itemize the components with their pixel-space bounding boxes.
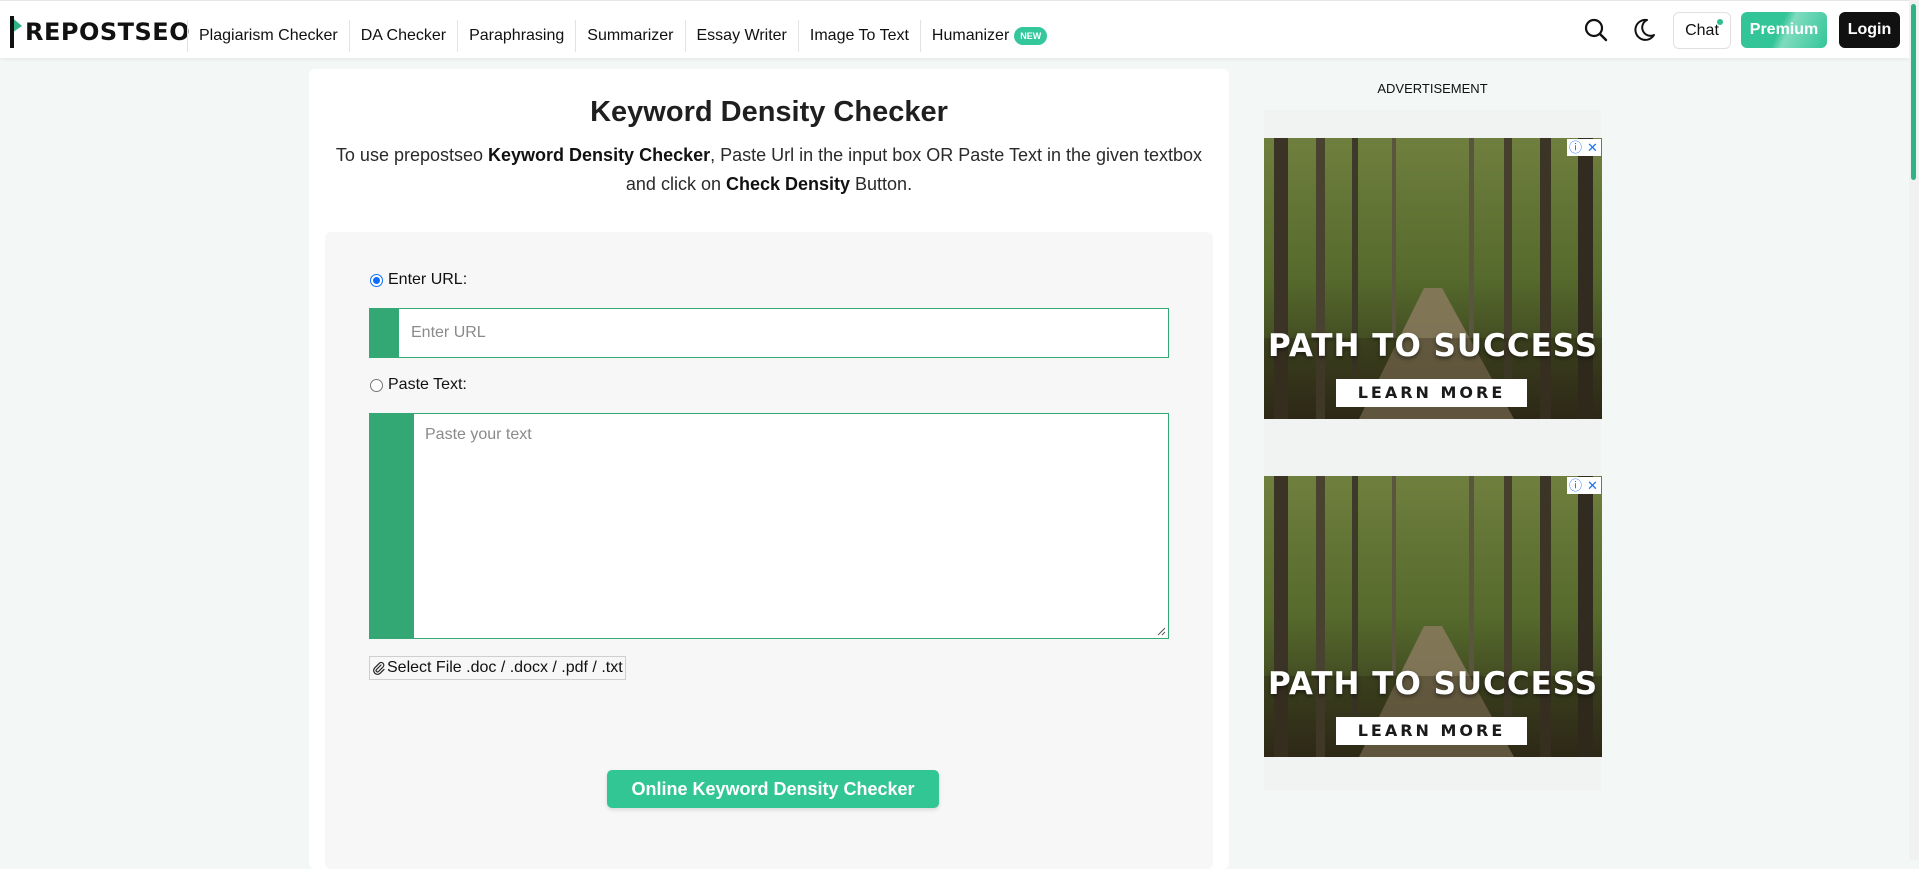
nav-item-plagiarism-checker[interactable]: Plagiarism Checker	[187, 20, 349, 52]
intro-button-name: Check Density	[725, 174, 851, 194]
intro-tool-name: Keyword Density Checker	[488, 145, 711, 165]
ad-banner[interactable]: PATH TO SUCCESS LEARN MORE ⓘ ✕	[1264, 138, 1602, 419]
top-navigation-bar: REPOSTSEO Plagiarism Checker DA Checker …	[0, 0, 1909, 58]
url-input-wrapper	[369, 308, 1169, 358]
tool-card: Keyword Density Checker To use prepostse…	[309, 69, 1229, 869]
select-file-label: Select File .doc / .docx / .pdf / .txt	[387, 659, 623, 676]
nav-item-essay-writer[interactable]: Essay Writer	[684, 20, 798, 52]
moon-icon[interactable]	[1630, 16, 1658, 44]
ad-headline: PATH TO SUCCESS	[1267, 328, 1599, 364]
text-input[interactable]	[414, 414, 1168, 638]
page-title: Keyword Density Checker	[590, 96, 948, 128]
ad-controls: ⓘ ✕	[1567, 477, 1601, 494]
ad-close-icon[interactable]: ✕	[1584, 139, 1601, 156]
nav-item-paraphrasing[interactable]: Paraphrasing	[457, 20, 575, 52]
main-nav: Plagiarism Checker DA Checker Paraphrasi…	[187, 18, 1058, 54]
nav-label: Essay Writer	[696, 27, 787, 44]
ad-info-icon[interactable]: ⓘ	[1567, 139, 1584, 156]
new-badge: NEW	[1014, 27, 1048, 45]
text-input-wrapper	[369, 413, 1169, 639]
forest-path-image	[1264, 138, 1602, 419]
ad-cta-button[interactable]: LEARN MORE	[1336, 717, 1527, 745]
resize-handle-icon[interactable]	[1157, 627, 1166, 636]
text-input-accent	[370, 414, 414, 638]
login-button[interactable]: Login	[1839, 12, 1900, 48]
chat-label: Chat	[1685, 22, 1719, 39]
ad-controls: ⓘ ✕	[1567, 139, 1601, 156]
ad-headline: PATH TO SUCCESS	[1267, 666, 1599, 702]
ad-info-icon[interactable]: ⓘ	[1567, 477, 1584, 494]
check-density-button[interactable]: Online Keyword Density Checker	[607, 770, 939, 808]
intro-text: , Paste Url in the input box OR Paste Te…	[625, 145, 1203, 194]
text-option[interactable]: Paste Text:	[370, 376, 467, 394]
nav-item-da-checker[interactable]: DA Checker	[348, 20, 457, 52]
nav-item-humanizer[interactable]: Humanizer NEW	[919, 20, 1058, 52]
tool-instructions: To use prepostseo Keyword Density Checke…	[329, 141, 1209, 199]
nav-item-image-to-text[interactable]: Image To Text	[797, 20, 920, 52]
select-file-button[interactable]: Select File .doc / .docx / .pdf / .txt	[369, 656, 626, 680]
url-input-accent	[370, 309, 399, 357]
nav-item-summarizer[interactable]: Summarizer	[575, 20, 684, 52]
page-scrollbar[interactable]	[1909, 0, 1919, 860]
online-indicator-dot	[1717, 19, 1723, 25]
ad-cta-button[interactable]: LEARN MORE	[1336, 379, 1527, 407]
text-option-label[interactable]: Paste Text:	[388, 376, 467, 394]
url-input[interactable]	[399, 309, 1167, 357]
site-logo[interactable]: REPOSTSEO	[9, 14, 190, 50]
url-radio[interactable]	[370, 273, 383, 287]
chat-button[interactable]: Chat	[1673, 12, 1731, 49]
ad-banner[interactable]: PATH TO SUCCESS LEARN MORE ⓘ ✕	[1264, 476, 1602, 757]
text-radio[interactable]	[370, 378, 383, 392]
nav-label: Paraphrasing	[469, 27, 565, 44]
nav-label: Summarizer	[587, 27, 674, 44]
density-form: Enter URL: Paste Text: Select File .doc …	[325, 232, 1213, 869]
url-option[interactable]: Enter URL:	[370, 271, 467, 289]
ad-close-icon[interactable]: ✕	[1584, 477, 1601, 494]
advertisement-label: ADVERTISEMENT	[1377, 81, 1488, 96]
nav-label: DA Checker	[360, 27, 447, 44]
nav-label: Humanizer	[931, 27, 1010, 44]
scrollbar-thumb[interactable]	[1911, 4, 1916, 180]
prepostseo-logo-mark	[10, 16, 22, 48]
nav-label: Image To Text	[809, 27, 909, 44]
nav-label: Plagiarism Checker	[199, 27, 338, 44]
logo-text: REPOSTSEO	[25, 18, 191, 46]
intro-text: Button.	[850, 174, 913, 194]
premium-button[interactable]: Premium	[1741, 12, 1827, 48]
url-option-label[interactable]: Enter URL:	[388, 271, 467, 289]
intro-text: To use prepostseo	[335, 145, 489, 165]
search-icon[interactable]	[1582, 16, 1610, 44]
forest-path-image	[1264, 476, 1602, 757]
paperclip-icon	[373, 661, 385, 675]
